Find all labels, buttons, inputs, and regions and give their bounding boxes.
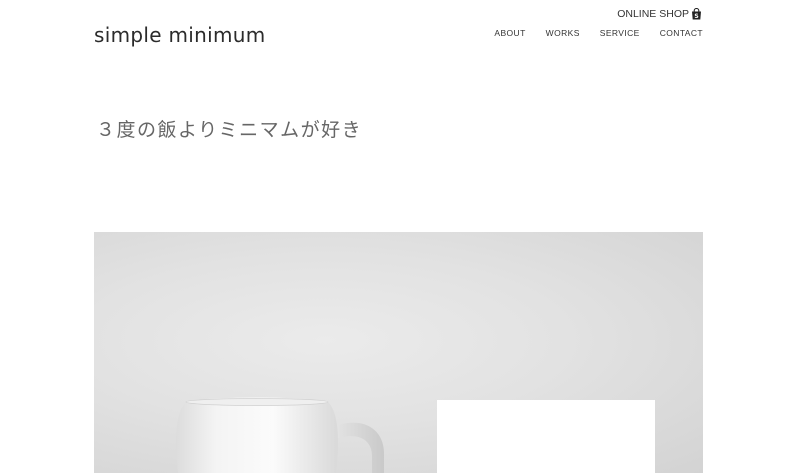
mug-handle	[330, 422, 384, 473]
mug-rim	[185, 398, 329, 406]
shopping-bag-icon: S	[691, 7, 702, 20]
site-logo[interactable]: simple minimum	[94, 22, 266, 48]
nav-service[interactable]: SERVICE	[600, 27, 640, 39]
online-shop-label: ONLINE SHOP	[617, 8, 689, 20]
page-tagline: ３度の飯よりミニマムが好き	[96, 119, 363, 141]
nav-works[interactable]: WORKS	[546, 27, 580, 39]
nav-about[interactable]: ABOUT	[494, 27, 525, 39]
hero-white-box	[437, 400, 655, 473]
svg-text:S: S	[694, 13, 698, 20]
page: simple minimum ONLINE SHOP S ABOUT WORKS…	[0, 0, 795, 473]
hero-image	[94, 232, 703, 473]
mug-body	[176, 397, 338, 473]
online-shop-link[interactable]: ONLINE SHOP S	[617, 7, 702, 21]
main-nav: ABOUT WORKS SERVICE CONTACT	[494, 27, 703, 39]
nav-contact[interactable]: CONTACT	[660, 27, 703, 39]
